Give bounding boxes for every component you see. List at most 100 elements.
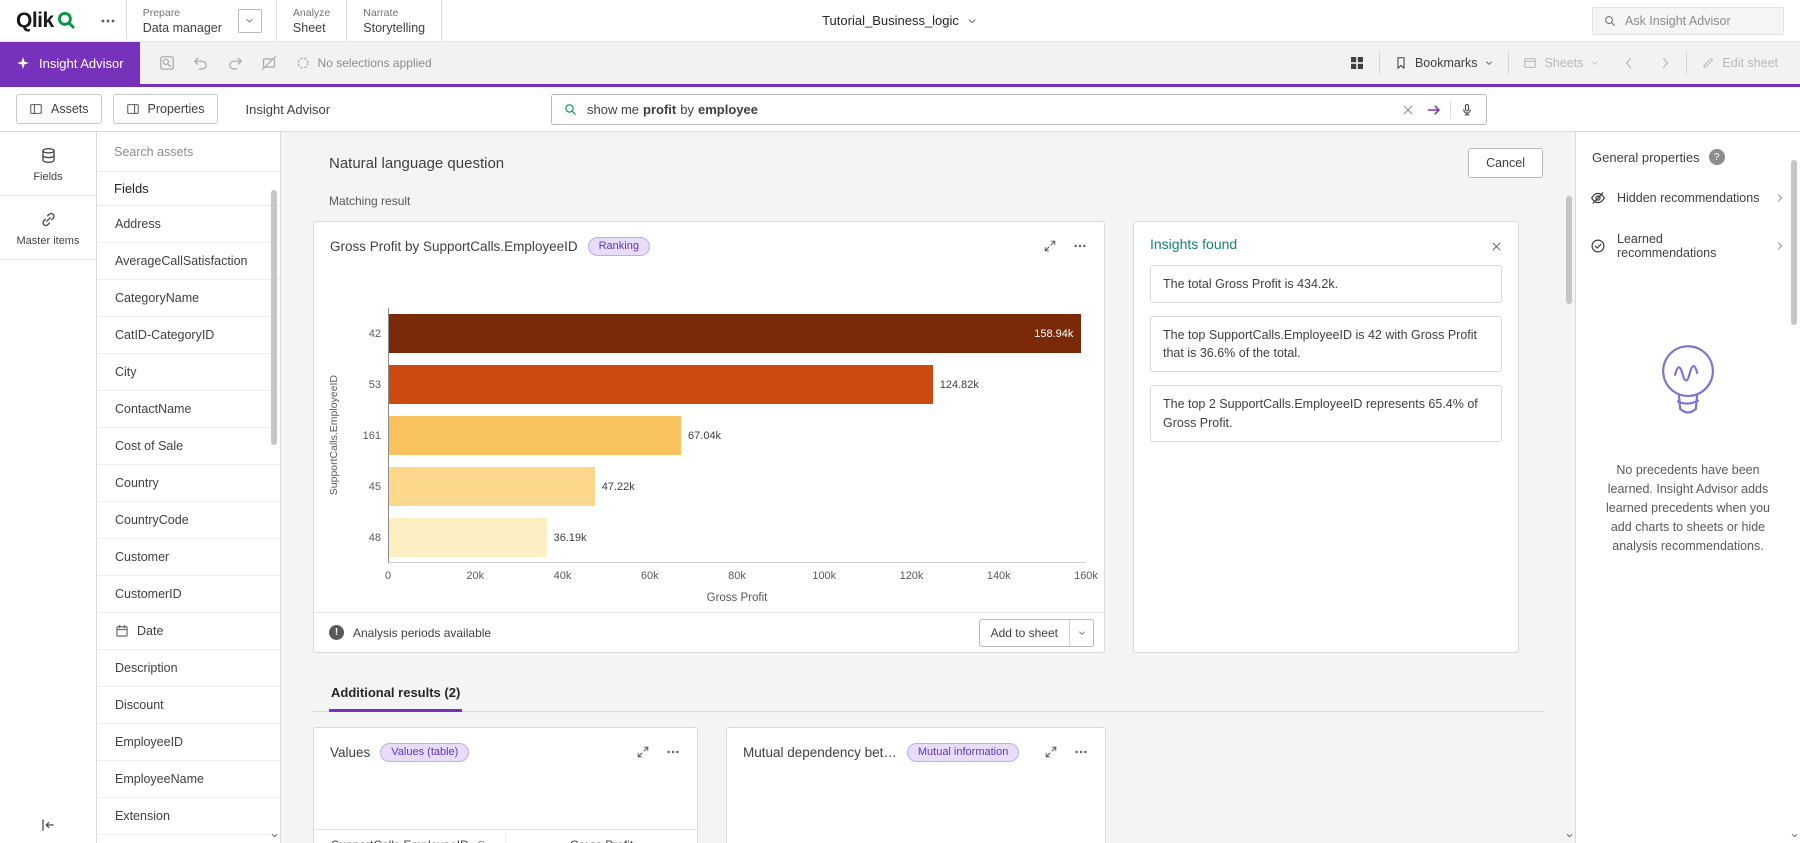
chart-more-menu-button[interactable] [1066,233,1094,259]
chart-bar[interactable]: 158.94k [389,314,1081,353]
scrollbar-thumb[interactable] [1791,160,1797,325]
next-sheet-button[interactable] [1650,48,1680,78]
field-item[interactable]: ContactName [97,391,280,428]
field-item[interactable]: CustomerID [97,576,280,613]
no-selection-circle-icon [296,56,310,70]
field-item[interactable]: City [97,354,280,391]
field-item[interactable]: Date [97,613,280,650]
prop-item-hidden-recommendations[interactable]: Hidden recommendations [1576,177,1800,219]
y-axis-title-area: SupportCalls.EmployeeID [326,308,342,563]
prop-item-label: Hidden recommendations [1617,191,1759,205]
expand-chart-button[interactable] [1037,739,1065,765]
nav-narrate[interactable]: Narrate Storytelling [347,0,441,41]
search-assets-input[interactable]: Search assets [97,132,280,172]
column-header-gross-profit[interactable]: Gross Profit [505,830,697,843]
field-item[interactable]: EmployeeName [97,761,280,798]
scroll-down-button[interactable] [1564,829,1574,841]
assets-scrollbar[interactable] [269,132,279,843]
chart-bar[interactable] [389,518,547,557]
field-item[interactable]: CatID-CategoryID [97,317,280,354]
nav-prepare[interactable]: Prepare Data manager [127,0,238,41]
values-table-badge: Values (table) [380,743,469,762]
scrollbar-thumb[interactable] [271,190,277,445]
field-item[interactable]: Customer [97,539,280,576]
field-item[interactable]: Description [97,650,280,687]
field-item[interactable]: AverageCallSatisfaction [97,243,280,280]
insight-text-card[interactable]: The total Gross Profit is 434.2k. [1150,265,1502,303]
help-icon[interactable]: ? [1709,149,1725,165]
expand-icon [636,745,650,759]
submit-query-button[interactable] [1421,97,1447,123]
chart-bar-row: 4547.22k [389,461,1086,512]
clear-query-button[interactable] [1395,97,1421,123]
nav-analyze[interactable]: Analyze Sheet [277,0,346,41]
properties-list: Hidden recommendations Learned recommenda… [1576,177,1800,273]
properties-scrollbar[interactable] [1789,132,1799,843]
selection-tools [152,48,284,78]
field-item[interactable]: CategoryName [97,280,280,317]
tab-additional-results[interactable]: Additional results (2) [329,679,462,712]
chart-bar[interactable] [389,467,595,506]
chart-bar[interactable] [389,416,681,455]
main-scrollbar[interactable] [1564,132,1574,843]
field-item[interactable]: Address [97,206,280,243]
assets-toggle-button[interactable]: Assets [16,94,102,124]
column-header-employeeid[interactable]: SupportCalls.EmployeeID [314,830,505,843]
rail-item-fields[interactable]: Fields [0,132,96,196]
field-item[interactable]: Cost of Sale [97,428,280,465]
scrollbar-thumb[interactable] [1566,196,1572,304]
voice-input-button[interactable] [1454,97,1480,123]
field-item[interactable]: Discount [97,687,280,724]
chart-bar[interactable] [389,365,933,404]
close-insights-button[interactable] [1482,232,1510,260]
step-forward-button[interactable] [220,48,250,78]
subheader: Assets Properties Insight Advisor show m… [0,87,1800,132]
nl-query-input[interactable]: show meprofitbyemployee [551,94,1487,125]
previous-sheet-button[interactable] [1614,48,1644,78]
insights-panel: Insights found The total Gross Profit is… [1133,221,1519,653]
rail-item-master-items[interactable]: Master items [0,196,96,260]
insight-advisor-button[interactable]: Insight Advisor [0,42,140,84]
app-overview-button[interactable] [1341,48,1373,78]
bookmarks-button[interactable]: Bookmarks [1386,48,1503,78]
properties-toggle-button[interactable]: Properties [113,94,218,124]
insight-text-card[interactable]: The top 2 SupportCalls.EmployeeID repres… [1150,385,1502,441]
global-menu-button[interactable] [90,0,126,41]
add-to-sheet-label: Add to sheet [980,626,1069,640]
nav-group-label: Prepare [143,7,222,19]
cancel-button[interactable]: Cancel [1468,148,1543,178]
app-title[interactable]: Tutorial_Business_logic [822,0,978,41]
expand-icon [1044,745,1058,759]
prop-item-learned-recommendations[interactable]: Learned recommendations [1576,219,1800,273]
ask-insight-advisor-search[interactable]: Ask Insight Advisor [1592,7,1784,35]
results-row: Gross Profit by SupportCalls.EmployeeID … [313,221,1543,653]
scroll-down-button[interactable] [1789,829,1799,841]
more-dots-icon [1074,745,1088,759]
field-item[interactable]: Country [97,465,280,502]
insight-text-card[interactable]: The top SupportCalls.EmployeeID is 42 wi… [1150,316,1502,372]
nav-group-label: Analyze [293,7,330,19]
chart-more-menu-button[interactable] [659,739,687,765]
field-item[interactable]: Extension [97,798,280,835]
step-back-button[interactable] [186,48,216,78]
selections-status-text: No selections applied [318,56,432,70]
expand-chart-button[interactable] [1036,233,1064,259]
data-manager-dropdown-button[interactable] [238,9,262,33]
qlik-logo[interactable]: Qlik [0,0,90,41]
field-item[interactable]: CountryCode [97,502,280,539]
chevron-left-icon [1621,55,1637,71]
chart-more-menu-button[interactable] [1067,739,1095,765]
collapse-panel-button[interactable] [40,817,56,833]
chevron-down-icon [244,15,255,26]
clear-selections-button[interactable] [254,48,284,78]
field-item[interactable]: EmployeeID [97,724,280,761]
sheets-button[interactable]: Sheets [1515,48,1608,78]
field-label: Discount [115,698,164,712]
scroll-down-button[interactable] [269,829,279,841]
add-to-sheet-button[interactable]: Add to sheet [979,619,1094,647]
analysis-periods-note: Analysis periods available [353,626,491,640]
smart-search-button[interactable] [152,48,182,78]
add-to-sheet-dropdown[interactable] [1069,620,1093,646]
expand-chart-button[interactable] [629,739,657,765]
edit-sheet-button[interactable]: Edit sheet [1693,48,1786,78]
